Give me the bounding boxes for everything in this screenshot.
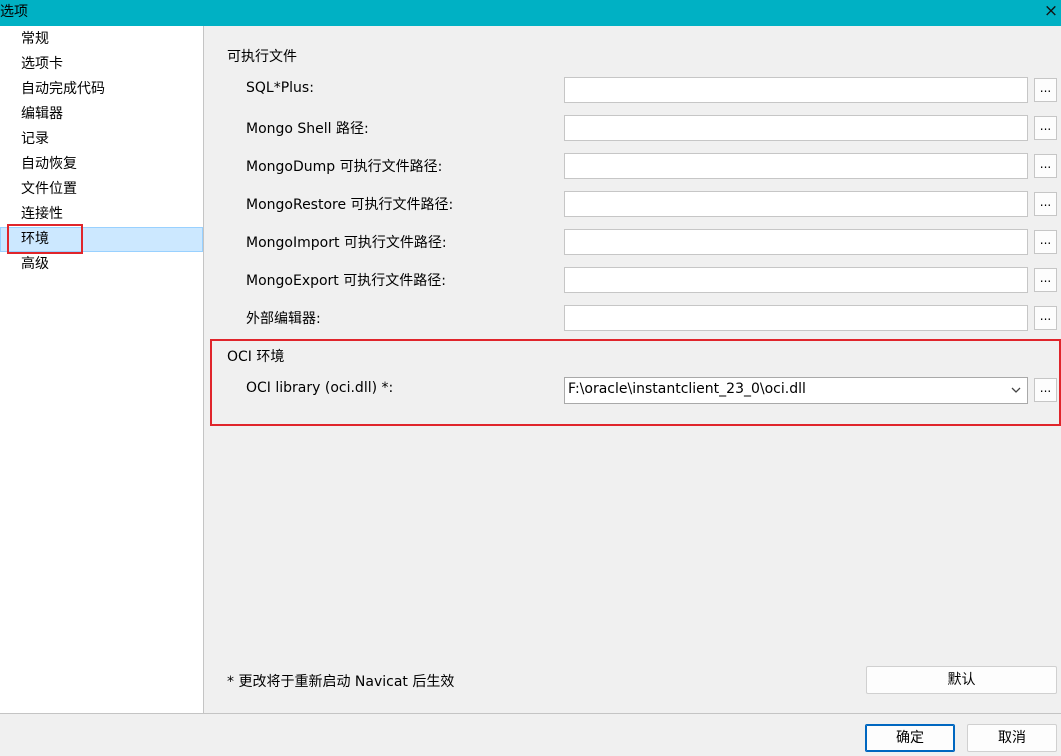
- environment-panel: 可执行文件 SQL*Plus: ... Mongo Shell 路径: ... …: [204, 26, 1061, 713]
- external-editor-path-input[interactable]: [564, 305, 1028, 331]
- sidebar-item-advanced[interactable]: 高级: [0, 252, 203, 277]
- sidebar-item-editor[interactable]: 编辑器: [0, 102, 203, 127]
- mongorestore-label: MongoRestore 可执行文件路径:: [246, 197, 454, 213]
- mongoimport-label: MongoImport 可执行文件路径:: [246, 235, 447, 251]
- oci-library-browse-button[interactable]: ...: [1034, 378, 1057, 402]
- window-title: 选项: [0, 4, 28, 20]
- sidebar-item-connectivity[interactable]: 连接性: [0, 202, 203, 227]
- mongoexport-browse-button[interactable]: ...: [1034, 268, 1057, 292]
- mongodump-path-input[interactable]: [564, 153, 1028, 179]
- executables-section-title: 可执行文件: [227, 49, 297, 65]
- sidebar-item-file-location[interactable]: 文件位置: [0, 177, 203, 202]
- mongodump-browse-button[interactable]: ...: [1034, 154, 1057, 178]
- mongo-shell-label: Mongo Shell 路径:: [246, 121, 369, 137]
- chevron-down-icon[interactable]: [1009, 382, 1023, 398]
- sqlplus-label: SQL*Plus:: [246, 80, 314, 96]
- restart-note: * 更改将于重新启动 Navicat 后生效: [227, 674, 455, 690]
- oci-library-combobox[interactable]: F:\oracle\instantclient_23_0\oci.dll: [564, 377, 1028, 404]
- mongo-shell-browse-button[interactable]: ...: [1034, 116, 1057, 140]
- external-editor-label: 外部编辑器:: [246, 311, 321, 327]
- options-sidebar: 常规 选项卡 自动完成代码 编辑器 记录 自动恢复 文件位置 连接性 环境 高级: [0, 26, 204, 713]
- external-editor-browse-button[interactable]: ...: [1034, 306, 1057, 330]
- oci-section-title: OCI 环境: [227, 349, 285, 365]
- dialog-footer: 确定 取消: [0, 713, 1061, 756]
- cancel-button[interactable]: 取消: [967, 724, 1057, 752]
- sidebar-item-environment[interactable]: 环境: [0, 227, 203, 252]
- oci-library-value: F:\oracle\instantclient_23_0\oci.dll: [568, 381, 806, 397]
- title-bar: 选项 ×: [0, 0, 1061, 26]
- close-icon[interactable]: ×: [1041, 0, 1061, 24]
- sidebar-item-autocomplete[interactable]: 自动完成代码: [0, 77, 203, 102]
- oci-library-label: OCI library (oci.dll) *:: [246, 380, 394, 396]
- mongorestore-path-input[interactable]: [564, 191, 1028, 217]
- sidebar-item-tabs[interactable]: 选项卡: [0, 52, 203, 77]
- default-button[interactable]: 默认: [866, 666, 1057, 694]
- sidebar-item-logging[interactable]: 记录: [0, 127, 203, 152]
- ok-button[interactable]: 确定: [865, 724, 955, 752]
- mongoimport-browse-button[interactable]: ...: [1034, 230, 1057, 254]
- mongodump-label: MongoDump 可执行文件路径:: [246, 159, 443, 175]
- mongo-shell-path-input[interactable]: [564, 115, 1028, 141]
- sidebar-item-auto-recovery[interactable]: 自动恢复: [0, 152, 203, 177]
- mongoexport-label: MongoExport 可执行文件路径:: [246, 273, 446, 289]
- mongoimport-path-input[interactable]: [564, 229, 1028, 255]
- mongorestore-browse-button[interactable]: ...: [1034, 192, 1057, 216]
- sqlplus-path-input[interactable]: [564, 77, 1028, 103]
- sqlplus-browse-button[interactable]: ...: [1034, 78, 1057, 102]
- sidebar-item-general[interactable]: 常规: [0, 27, 203, 52]
- mongoexport-path-input[interactable]: [564, 267, 1028, 293]
